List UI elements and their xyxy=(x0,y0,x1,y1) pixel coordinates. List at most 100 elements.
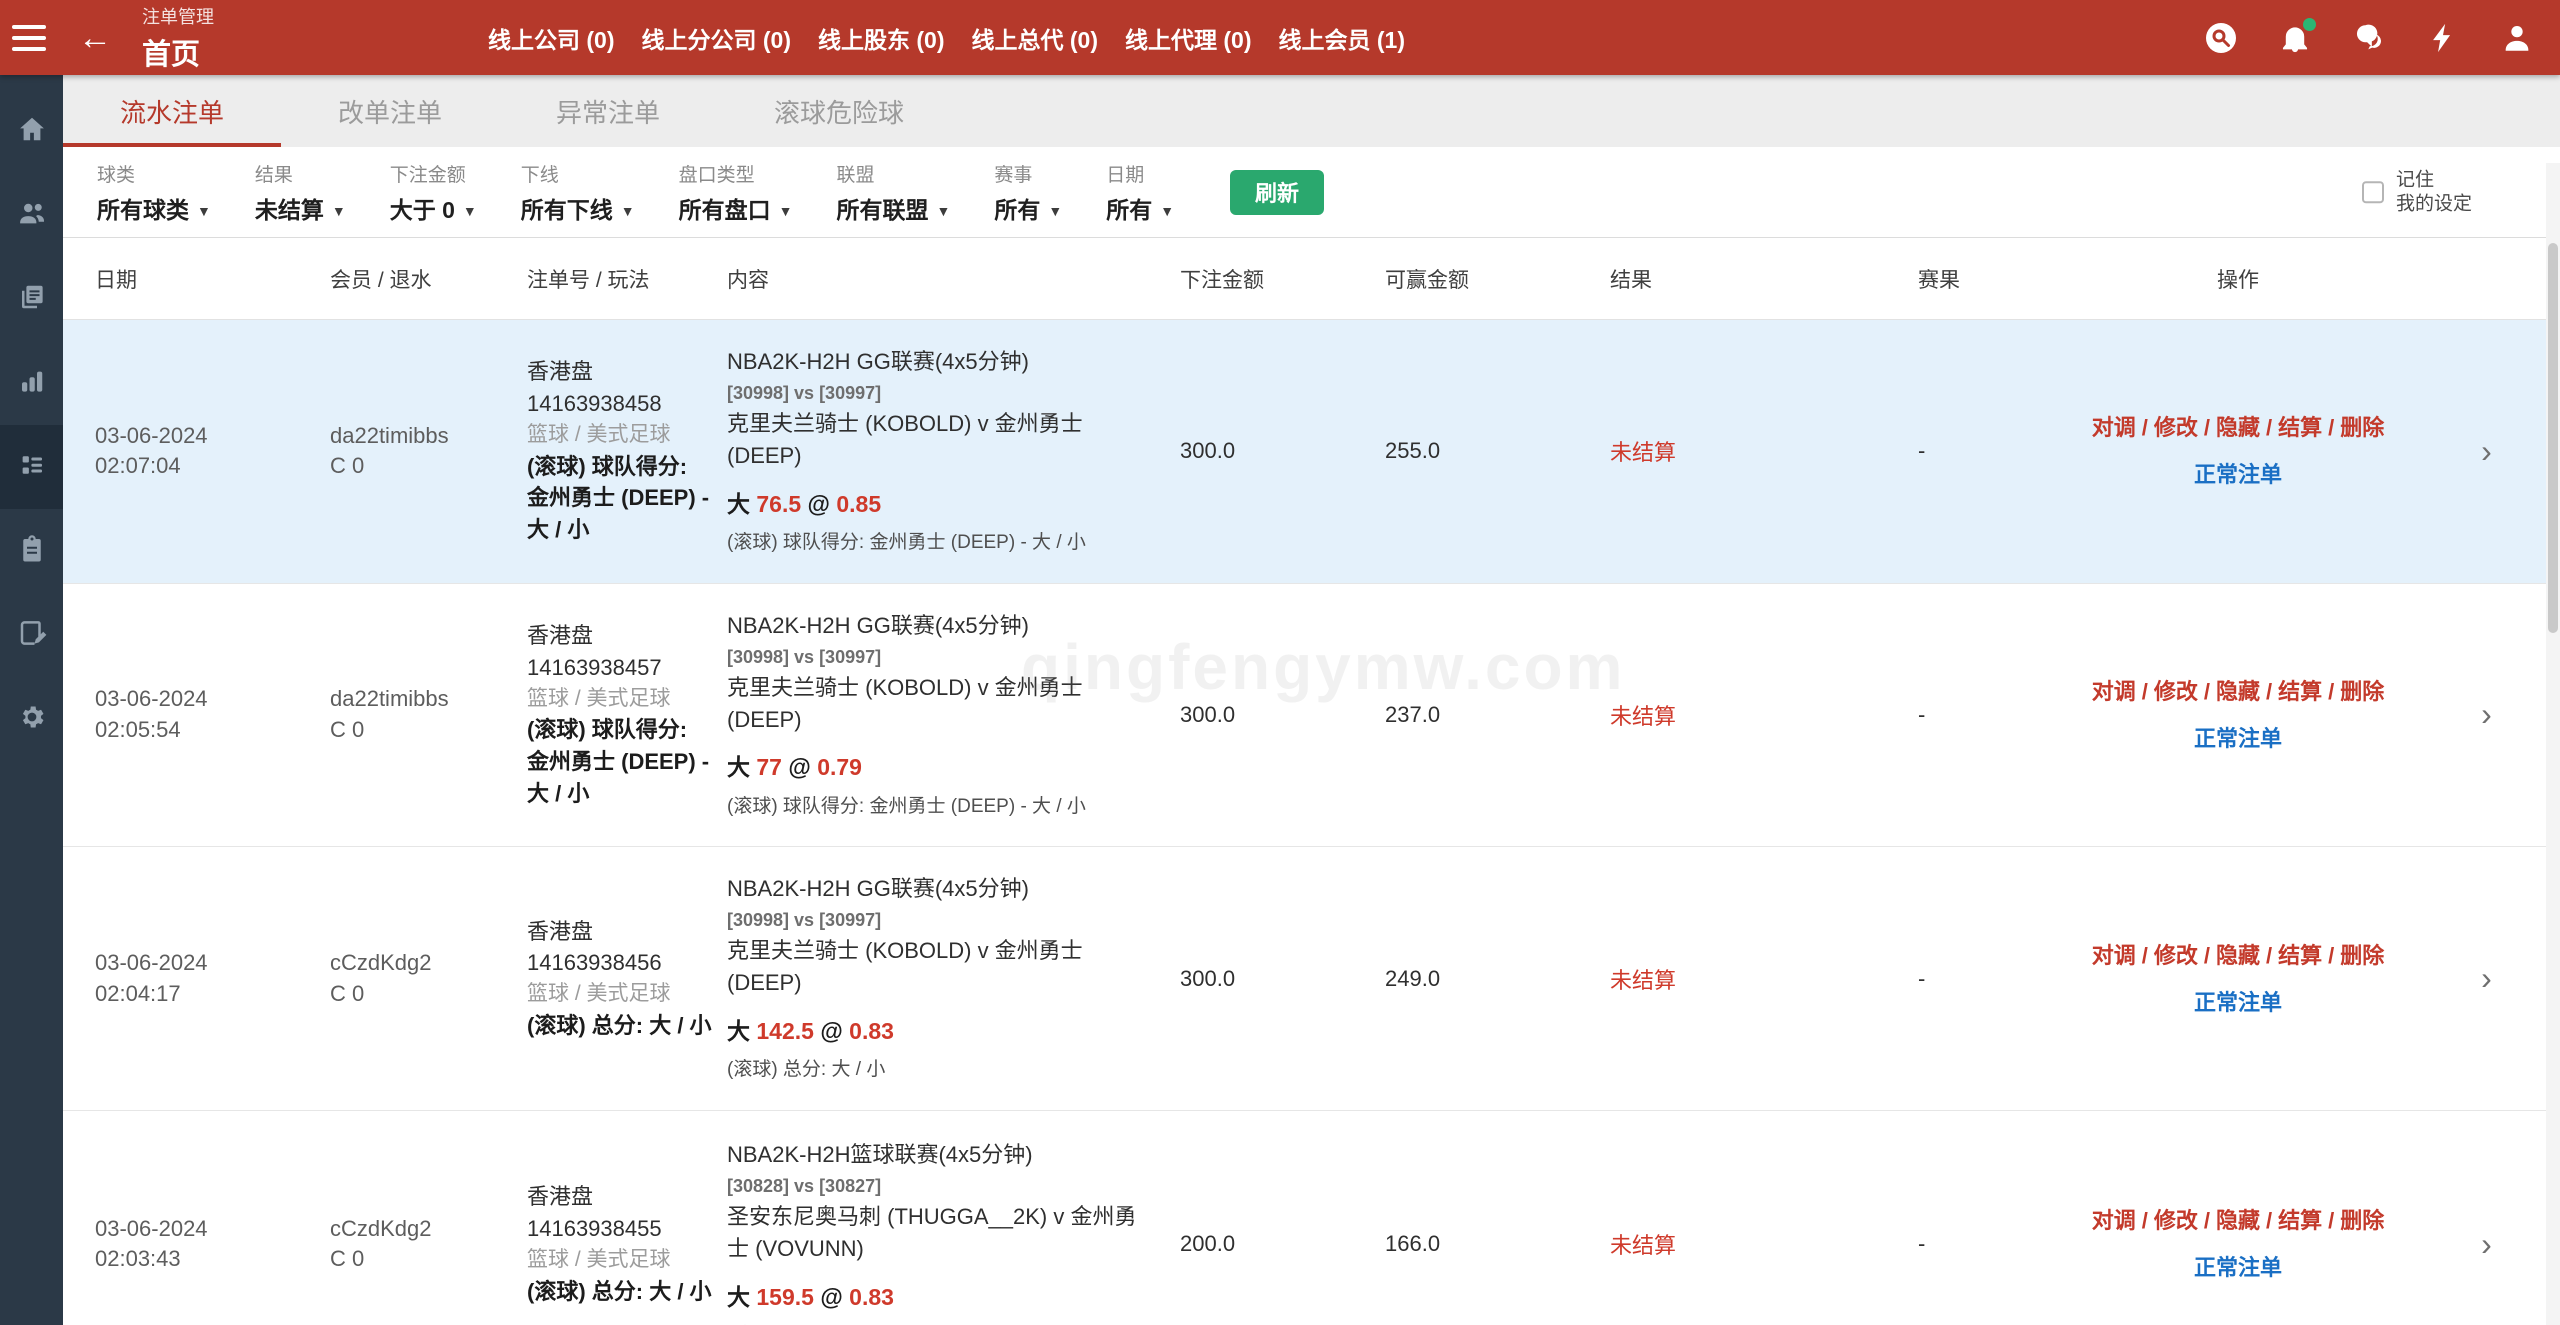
filter-bar: 球类 所有球类▼ 结果 未结算▼ 下注金额 大于 0▼ 下线 所有下线▼ 盘口类… xyxy=(63,147,2560,238)
notification-dot xyxy=(2303,18,2316,31)
result-status: 未结算 xyxy=(1583,699,1843,731)
nav-item-1[interactable]: 线上分公司 (0) xyxy=(642,21,792,55)
row-expand-chevron[interactable]: › xyxy=(2413,960,2560,997)
table-header-row: 日期会员 / 退水注单号 / 玩法内容下注金额可赢金额结果赛果操作 xyxy=(63,238,2560,320)
action-对调[interactable]: 对调 xyxy=(2092,943,2136,968)
chevron-down-icon: ▼ xyxy=(463,203,477,219)
action-隐藏[interactable]: 隐藏 xyxy=(2216,1208,2260,1233)
bet-content: NBA2K-H2H篮球联赛(4x5分钟) [30828] vs [30827] … xyxy=(723,1113,1163,1325)
bets-table: 日期会员 / 退水注单号 / 玩法内容下注金额可赢金额结果赛果操作 03-06-… xyxy=(63,238,2560,1325)
home-icon xyxy=(17,114,47,149)
win-amount: 237.0 xyxy=(1373,702,1583,728)
sidebar xyxy=(0,75,63,1325)
bet-date: 03-06-202402:03:43 xyxy=(63,1214,313,1276)
row-actions: 对调/修改/隐藏/结算/删除正常注单 xyxy=(2063,939,2413,1019)
action-结算[interactable]: 结算 xyxy=(2278,1208,2322,1233)
title-block: 注单管理 首页 xyxy=(142,3,214,73)
bet-content: NBA2K-H2H GG联赛(4x5分钟) [30998] vs [30997]… xyxy=(723,847,1163,1110)
main-content: 流水注单改单注单异常注单滚球危险球 球类 所有球类▼ 结果 未结算▼ 下注金额 … xyxy=(63,75,2560,1325)
bet-content: NBA2K-H2H GG联赛(4x5分钟) [30998] vs [30997]… xyxy=(723,320,1163,583)
ballot-icon xyxy=(17,450,47,485)
tab-2[interactable]: 异常注单 xyxy=(499,75,717,147)
back-arrow-icon[interactable]: ← xyxy=(78,21,112,55)
nav-item-4[interactable]: 线上代理 (0) xyxy=(1125,21,1252,55)
sidebar-item-book-edit[interactable] xyxy=(0,593,63,677)
search-icon[interactable] xyxy=(2204,21,2238,55)
filter-2[interactable]: 下注金额 大于 0▼ xyxy=(390,160,477,225)
filter-4[interactable]: 盘口类型 所有盘口▼ xyxy=(679,160,793,225)
action-删除[interactable]: 删除 xyxy=(2340,943,2384,968)
sidebar-item-clipboard[interactable] xyxy=(0,509,63,593)
action-隐藏[interactable]: 隐藏 xyxy=(2216,415,2260,440)
column-header-1: 会员 / 退水 xyxy=(313,264,523,294)
filter-1[interactable]: 结果 未结算▼ xyxy=(255,160,346,225)
action-对调[interactable]: 对调 xyxy=(2092,415,2136,440)
tab-1[interactable]: 改单注单 xyxy=(281,75,499,147)
action-隐藏[interactable]: 隐藏 xyxy=(2216,679,2260,704)
sidebar-item-users[interactable] xyxy=(0,173,63,257)
chevron-down-icon: ▼ xyxy=(621,203,635,219)
member: da22timibbsC 0 xyxy=(313,421,523,483)
action-修改[interactable]: 修改 xyxy=(2154,1208,2198,1233)
action-normal-bet[interactable]: 正常注单 xyxy=(2194,458,2282,491)
row-expand-chevron[interactable]: › xyxy=(2413,696,2560,733)
book-edit-icon xyxy=(17,618,47,653)
action-normal-bet[interactable]: 正常注单 xyxy=(2194,986,2282,1019)
hamburger-menu-icon[interactable] xyxy=(12,25,46,51)
flash-icon[interactable] xyxy=(2426,21,2460,55)
refresh-button[interactable]: 刷新 xyxy=(1230,170,1324,215)
action-结算[interactable]: 结算 xyxy=(2278,943,2322,968)
account-icon[interactable] xyxy=(2500,21,2534,55)
sidebar-item-chart[interactable] xyxy=(0,341,63,425)
filter-5[interactable]: 联盟 所有联盟▼ xyxy=(836,160,950,225)
action-删除[interactable]: 删除 xyxy=(2340,679,2384,704)
action-修改[interactable]: 修改 xyxy=(2154,679,2198,704)
action-normal-bet[interactable]: 正常注单 xyxy=(2194,1251,2282,1284)
nav-item-2[interactable]: 线上股东 (0) xyxy=(818,21,945,55)
action-对调[interactable]: 对调 xyxy=(2092,679,2136,704)
filter-0[interactable]: 球类 所有球类▼ xyxy=(97,160,211,225)
action-normal-bet[interactable]: 正常注单 xyxy=(2194,722,2282,755)
scrollbar[interactable] xyxy=(2546,163,2560,1325)
bet-date: 03-06-202402:05:54 xyxy=(63,684,313,746)
table-row: 03-06-202402:07:04 da22timibbsC 0 香港盘 14… xyxy=(63,320,2560,584)
sidebar-item-copy[interactable] xyxy=(0,257,63,341)
action-修改[interactable]: 修改 xyxy=(2154,415,2198,440)
bet-number-play: 香港盘 14163938457 篮球 / 美式足球 (滚球) 球队得分: 金州勇… xyxy=(523,594,723,836)
filter-7[interactable]: 日期 所有▼ xyxy=(1106,160,1174,225)
remember-checkbox[interactable] xyxy=(2362,181,2384,203)
stake-amount: 200.0 xyxy=(1163,1231,1373,1257)
action-隐藏[interactable]: 隐藏 xyxy=(2216,943,2260,968)
chevron-down-icon: ▼ xyxy=(1160,203,1174,219)
action-删除[interactable]: 删除 xyxy=(2340,415,2384,440)
column-header-4: 下注金额 xyxy=(1163,264,1373,294)
filter-3[interactable]: 下线 所有下线▼ xyxy=(521,160,635,225)
bell-icon[interactable] xyxy=(2278,21,2312,55)
sidebar-item-home[interactable] xyxy=(0,89,63,173)
sidebar-item-ballot[interactable] xyxy=(0,425,63,509)
scrollbar-thumb[interactable] xyxy=(2548,243,2558,633)
sidebar-item-gear[interactable] xyxy=(0,677,63,761)
chevron-down-icon: ▼ xyxy=(779,203,793,219)
nav-item-5[interactable]: 线上会员 (1) xyxy=(1279,21,1406,55)
chat-icon[interactable] xyxy=(2352,21,2386,55)
tab-3[interactable]: 滚球危险球 xyxy=(717,75,961,147)
result-status: 未结算 xyxy=(1583,963,1843,995)
stake-amount: 300.0 xyxy=(1163,438,1373,464)
action-删除[interactable]: 删除 xyxy=(2340,1208,2384,1233)
row-expand-chevron[interactable]: › xyxy=(2413,1226,2560,1263)
action-结算[interactable]: 结算 xyxy=(2278,679,2322,704)
column-header-8: 操作 xyxy=(2063,264,2413,294)
action-对调[interactable]: 对调 xyxy=(2092,1208,2136,1233)
bet-number-play: 香港盘 14163938458 篮球 / 美式足球 (滚球) 球队得分: 金州勇… xyxy=(523,330,723,572)
column-header-7: 赛果 xyxy=(1843,264,2063,294)
row-expand-chevron[interactable]: › xyxy=(2413,433,2560,470)
action-修改[interactable]: 修改 xyxy=(2154,943,2198,968)
result-status: 未结算 xyxy=(1583,1228,1843,1260)
action-结算[interactable]: 结算 xyxy=(2278,415,2322,440)
tab-0[interactable]: 流水注单 xyxy=(63,75,281,147)
filter-6[interactable]: 赛事 所有▼ xyxy=(994,160,1062,225)
nav-item-3[interactable]: 线上总代 (0) xyxy=(972,21,1099,55)
page-title: 首页 xyxy=(142,31,214,73)
nav-item-0[interactable]: 线上公司 (0) xyxy=(488,21,615,55)
